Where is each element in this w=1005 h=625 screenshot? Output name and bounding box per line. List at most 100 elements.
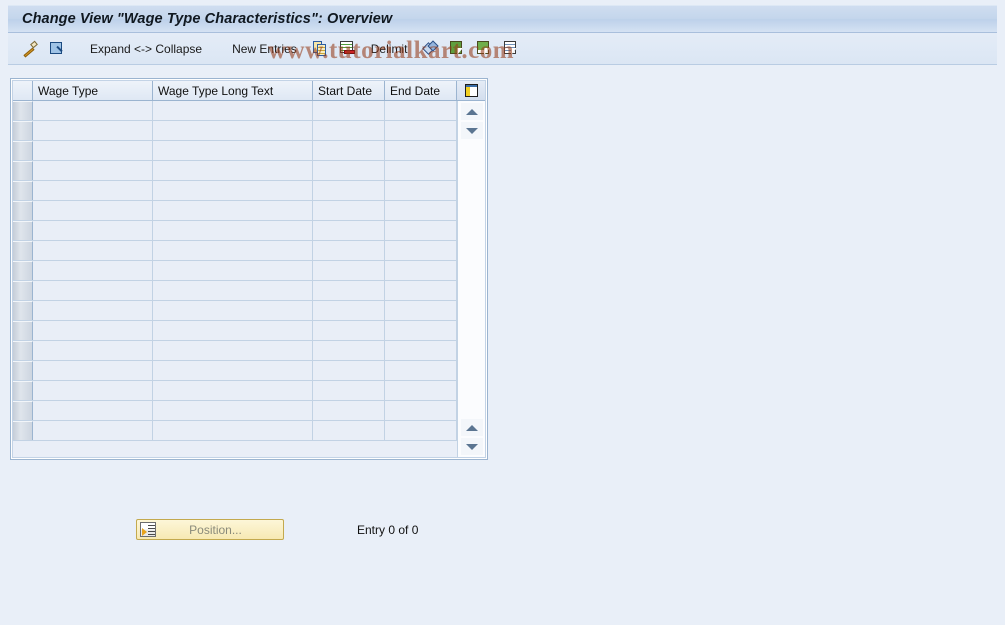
cell-start-date[interactable] bbox=[313, 281, 385, 300]
scroll-down-button[interactable] bbox=[461, 438, 483, 455]
row-selector-button[interactable] bbox=[13, 281, 33, 300]
table-row[interactable] bbox=[13, 181, 459, 201]
cell-wage-type-long-text[interactable] bbox=[153, 121, 313, 140]
cell-start-date[interactable] bbox=[313, 341, 385, 360]
row-selector-button[interactable] bbox=[13, 201, 33, 220]
table-row[interactable] bbox=[13, 421, 459, 441]
cell-start-date[interactable] bbox=[313, 241, 385, 260]
cell-wage-type-long-text[interactable] bbox=[153, 301, 313, 320]
cell-end-date[interactable] bbox=[385, 341, 457, 360]
table-row[interactable] bbox=[13, 281, 459, 301]
cell-wage-type[interactable] bbox=[33, 401, 153, 420]
scroll-page-down-button[interactable] bbox=[461, 122, 483, 139]
cell-wage-type[interactable] bbox=[33, 281, 153, 300]
table-row[interactable] bbox=[13, 361, 459, 381]
row-selector-button[interactable] bbox=[13, 361, 33, 380]
table-row[interactable] bbox=[13, 121, 459, 141]
cell-wage-type[interactable] bbox=[33, 261, 153, 280]
cell-start-date[interactable] bbox=[313, 181, 385, 200]
cell-end-date[interactable] bbox=[385, 241, 457, 260]
cell-end-date[interactable] bbox=[385, 121, 457, 140]
cell-wage-type[interactable] bbox=[33, 381, 153, 400]
display-change-toggle-button[interactable] bbox=[18, 37, 41, 61]
row-selector-button[interactable] bbox=[13, 181, 33, 200]
row-selector-button[interactable] bbox=[13, 301, 33, 320]
cell-wage-type[interactable] bbox=[33, 421, 153, 440]
cell-wage-type[interactable] bbox=[33, 241, 153, 260]
cell-end-date[interactable] bbox=[385, 281, 457, 300]
column-header-wage-type-long-text[interactable]: Wage Type Long Text bbox=[153, 81, 313, 100]
cell-wage-type-long-text[interactable] bbox=[153, 101, 313, 120]
row-selector-button[interactable] bbox=[13, 221, 33, 240]
scroll-up-button[interactable] bbox=[461, 419, 483, 436]
scroll-page-up-button[interactable] bbox=[461, 103, 483, 120]
cell-end-date[interactable] bbox=[385, 181, 457, 200]
cell-start-date[interactable] bbox=[313, 121, 385, 140]
cell-wage-type-long-text[interactable] bbox=[153, 421, 313, 440]
cell-wage-type-long-text[interactable] bbox=[153, 221, 313, 240]
cell-wage-type-long-text[interactable] bbox=[153, 181, 313, 200]
cell-wage-type[interactable] bbox=[33, 221, 153, 240]
select-block-button[interactable] bbox=[473, 37, 496, 61]
table-row[interactable] bbox=[13, 401, 459, 421]
row-selector-button[interactable] bbox=[13, 401, 33, 420]
cell-end-date[interactable] bbox=[385, 401, 457, 420]
table-row[interactable] bbox=[13, 101, 459, 121]
table-vertical-scrollbar[interactable] bbox=[457, 101, 485, 457]
cell-end-date[interactable] bbox=[385, 361, 457, 380]
column-header-end-date[interactable]: End Date bbox=[385, 81, 457, 100]
cell-end-date[interactable] bbox=[385, 221, 457, 240]
delimit-button[interactable]: Delimit bbox=[363, 37, 416, 61]
position-button[interactable]: Position... bbox=[136, 519, 284, 540]
row-selector-button[interactable] bbox=[13, 161, 33, 180]
cell-start-date[interactable] bbox=[313, 261, 385, 280]
row-selector-button[interactable] bbox=[13, 341, 33, 360]
expand-collapse-button[interactable]: Expand <-> Collapse bbox=[82, 37, 210, 61]
cell-wage-type-long-text[interactable] bbox=[153, 341, 313, 360]
table-row[interactable] bbox=[13, 321, 459, 341]
cell-start-date[interactable] bbox=[313, 201, 385, 220]
row-selector-button[interactable] bbox=[13, 321, 33, 340]
cell-start-date[interactable] bbox=[313, 221, 385, 240]
cell-wage-type[interactable] bbox=[33, 101, 153, 120]
cell-start-date[interactable] bbox=[313, 101, 385, 120]
delete-entry-button[interactable] bbox=[336, 37, 359, 61]
row-selector-button[interactable] bbox=[13, 101, 33, 120]
cell-end-date[interactable] bbox=[385, 321, 457, 340]
cell-wage-type-long-text[interactable] bbox=[153, 361, 313, 380]
cell-wage-type[interactable] bbox=[33, 181, 153, 200]
copy-as-button[interactable] bbox=[309, 37, 332, 61]
cell-start-date[interactable] bbox=[313, 321, 385, 340]
cell-start-date[interactable] bbox=[313, 301, 385, 320]
table-row[interactable] bbox=[13, 301, 459, 321]
cell-start-date[interactable] bbox=[313, 361, 385, 380]
cell-wage-type[interactable] bbox=[33, 201, 153, 220]
cell-end-date[interactable] bbox=[385, 161, 457, 180]
cell-wage-type-long-text[interactable] bbox=[153, 141, 313, 160]
column-header-wage-type[interactable]: Wage Type bbox=[33, 81, 153, 100]
table-row[interactable] bbox=[13, 241, 459, 261]
cell-end-date[interactable] bbox=[385, 421, 457, 440]
cell-end-date[interactable] bbox=[385, 201, 457, 220]
row-selector-button[interactable] bbox=[13, 261, 33, 280]
column-header-start-date[interactable]: Start Date bbox=[313, 81, 385, 100]
new-entries-button[interactable]: New Entries bbox=[224, 37, 305, 61]
deselect-all-button[interactable] bbox=[500, 37, 523, 61]
row-selector-button[interactable] bbox=[13, 141, 33, 160]
select-all-button[interactable] bbox=[446, 37, 469, 61]
cell-end-date[interactable] bbox=[385, 141, 457, 160]
cell-wage-type-long-text[interactable] bbox=[153, 381, 313, 400]
table-row[interactable] bbox=[13, 141, 459, 161]
cell-wage-type-long-text[interactable] bbox=[153, 261, 313, 280]
cell-start-date[interactable] bbox=[313, 401, 385, 420]
row-selector-button[interactable] bbox=[13, 241, 33, 260]
table-settings-button[interactable] bbox=[457, 81, 485, 100]
row-selector-button[interactable] bbox=[13, 421, 33, 440]
table-row[interactable] bbox=[13, 341, 459, 361]
cell-end-date[interactable] bbox=[385, 261, 457, 280]
cell-wage-type-long-text[interactable] bbox=[153, 281, 313, 300]
cell-wage-type-long-text[interactable] bbox=[153, 161, 313, 180]
cell-start-date[interactable] bbox=[313, 381, 385, 400]
cell-wage-type[interactable] bbox=[33, 321, 153, 340]
cell-end-date[interactable] bbox=[385, 101, 457, 120]
